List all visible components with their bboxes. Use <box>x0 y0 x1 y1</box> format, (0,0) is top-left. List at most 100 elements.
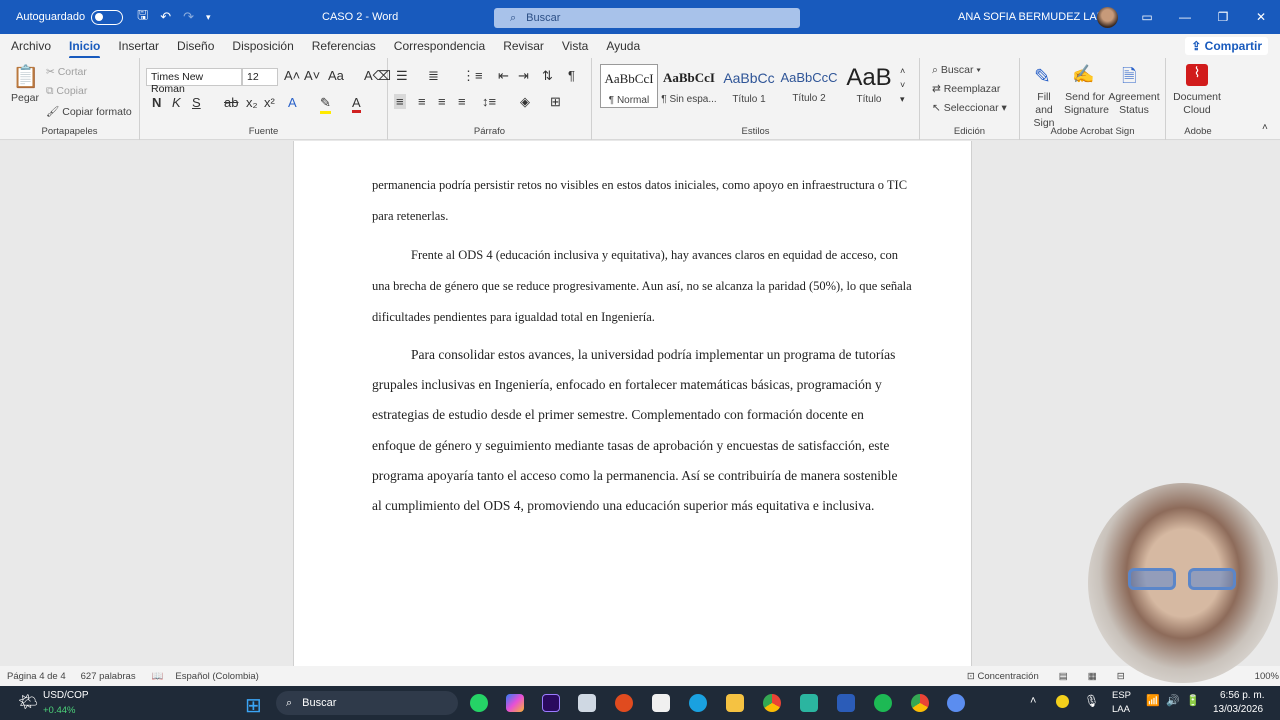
tab-diseno[interactable]: Diseño <box>177 39 214 53</box>
pilcrow-icon[interactable]: ¶ <box>568 68 575 83</box>
avatar[interactable] <box>1097 7 1118 28</box>
style-no-spacing[interactable]: AaBbCcI ¶ Sin espa... <box>660 64 718 108</box>
format-painter-button[interactable]: 🖌 Copiar formato <box>46 105 132 118</box>
read-mode-icon[interactable]: ▤ <box>1059 671 1068 682</box>
adobe-pdf-icon[interactable]: ⌇ <box>1186 64 1208 86</box>
word-taskbar-icon[interactable] <box>837 694 855 712</box>
wifi-icon[interactable]: 📶 <box>1146 694 1160 707</box>
style-heading-2[interactable]: AaBbCcC Título 2 <box>780 64 838 108</box>
print-layout-icon[interactable]: ▦ <box>1088 671 1097 682</box>
align-right-icon[interactable]: ≡ <box>438 94 446 109</box>
agreement-status-label[interactable]: Agreement Status <box>1108 91 1160 117</box>
style-title[interactable]: AaB Título <box>840 64 898 108</box>
cut-button[interactable]: ✂ Cortar <box>46 66 87 78</box>
numbering-icon[interactable]: ≣ <box>428 68 439 84</box>
whatsapp-icon[interactable] <box>470 694 488 712</box>
align-left-icon[interactable]: ≡ <box>394 94 406 109</box>
borders-icon[interactable]: ⊞ <box>550 94 561 110</box>
multilevel-list-icon[interactable]: ⋮≡ <box>462 68 483 84</box>
decrease-indent-icon[interactable]: ⇤ <box>498 68 509 84</box>
autosave[interactable]: Autoguardado <box>16 9 124 25</box>
store-icon[interactable] <box>652 694 670 712</box>
restore-icon[interactable]: ❐ <box>1204 10 1242 24</box>
web-layout-icon[interactable]: ⊟ <box>1117 671 1125 682</box>
word-count[interactable]: 627 palabras <box>81 671 136 682</box>
screen-recorder-icon[interactable] <box>947 694 965 712</box>
tab-disposicion[interactable]: Disposición <box>232 39 293 53</box>
line-spacing-icon[interactable]: ↕≡ <box>482 94 496 109</box>
tab-insertar[interactable]: Insertar <box>118 39 159 53</box>
start-icon[interactable]: ⊞ <box>245 693 262 718</box>
tray-expand-icon[interactable]: ˄ <box>1030 695 1036 707</box>
align-center-icon[interactable]: ≡ <box>418 94 426 109</box>
settings-app-icon[interactable] <box>578 694 596 712</box>
autosave-toggle[interactable] <box>91 9 124 25</box>
sort-icon[interactable]: ⇅ <box>542 68 553 84</box>
proofing-icon[interactable]: 📖 <box>152 671 164 682</box>
input-language-2[interactable]: LAA <box>1112 704 1130 715</box>
send-signature-label[interactable]: Send for Signature <box>1064 91 1109 117</box>
paste-label[interactable]: Pegar <box>11 92 39 104</box>
customize-qat-icon[interactable]: ▾ <box>206 12 211 23</box>
agreement-status-icon[interactable]: 🗎 <box>1122 64 1136 94</box>
undo-icon[interactable]: ↶ <box>160 9 171 25</box>
clear-format-icon[interactable]: A⌫ <box>364 68 391 84</box>
spotify-icon[interactable] <box>874 694 892 712</box>
clock-date[interactable]: 13/03/2026 <box>1213 704 1263 715</box>
ticker-name[interactable]: USD/COP <box>43 690 89 701</box>
replace-button[interactable]: ⇄ Reemplazar <box>932 83 1000 95</box>
fill-sign-label[interactable]: Fill and Sign <box>1028 91 1060 130</box>
font-size-select[interactable]: 12 <box>242 68 278 86</box>
copy-button[interactable]: ⧉ Copiar <box>46 85 87 98</box>
share-button[interactable]: ⇪ Compartir <box>1185 37 1268 55</box>
copilot-icon[interactable] <box>506 694 524 712</box>
shading-icon[interactable]: ◈ <box>520 94 530 110</box>
chrome-icon[interactable] <box>763 694 781 712</box>
premiere-icon[interactable] <box>542 694 560 712</box>
paragraph-3[interactable]: Para consolidar estos avances, la univer… <box>372 340 902 521</box>
page-count[interactable]: Página 4 de 4 <box>7 671 66 682</box>
redo-icon[interactable]: ↷ <box>183 9 194 25</box>
select-button[interactable]: ↖ Seleccionar ▾ <box>932 102 1007 114</box>
tab-revisar[interactable]: Revisar <box>503 39 544 53</box>
change-case-icon[interactable]: Aa <box>328 68 344 83</box>
microphone-icon[interactable]: 🎙 <box>1084 694 1099 708</box>
ribbon-display-icon[interactable]: ▭ <box>1128 10 1166 24</box>
italic-icon[interactable]: K <box>172 95 181 110</box>
find-button[interactable]: ⌕ Buscar ▾ <box>932 64 981 77</box>
fill-sign-icon[interactable]: ✎ <box>1034 64 1051 89</box>
collapse-ribbon-icon[interactable]: ˄ <box>1262 122 1268 133</box>
file-explorer-icon[interactable] <box>726 694 744 712</box>
paste-icon[interactable]: 📋 <box>12 64 39 90</box>
shrink-font-icon[interactable]: A˅ <box>304 68 320 83</box>
paragraph-1[interactable]: permanencia podría persistir retos no vi… <box>372 170 912 232</box>
tab-archivo[interactable]: Archivo <box>11 39 51 53</box>
underline-icon[interactable]: S <box>192 95 201 110</box>
edge-icon[interactable] <box>689 694 707 712</box>
send-signature-icon[interactable]: ✍ <box>1072 64 1094 85</box>
title-search-input[interactable]: ⌕ Buscar <box>494 8 800 28</box>
user-name[interactable]: ANA SOFIA BERMUDEZ LARA <box>958 11 1112 23</box>
close-icon[interactable]: ✕ <box>1242 10 1280 24</box>
ea-icon[interactable] <box>615 694 633 712</box>
text-effects-icon[interactable]: A <box>288 95 297 110</box>
tab-vista[interactable]: Vista <box>562 39 588 53</box>
justify-icon[interactable]: ≡ <box>458 94 466 109</box>
focus-mode-button[interactable]: ⊡ Concentración <box>967 671 1039 682</box>
document-cloud-label[interactable]: Document Cloud <box>1170 91 1224 117</box>
language[interactable]: Español (Colombia) <box>175 671 258 682</box>
app-icon[interactable] <box>800 694 818 712</box>
increase-indent-icon[interactable]: ⇥ <box>518 68 529 84</box>
taskbar-search-input[interactable]: ⌕ Buscar <box>276 691 458 715</box>
superscript-icon[interactable]: x² <box>264 95 275 110</box>
weather-widget-icon[interactable]: 🌤 <box>18 692 38 712</box>
bullets-icon[interactable]: ☰ <box>396 68 408 84</box>
clock-time[interactable]: 6:56 p. m. <box>1220 690 1264 701</box>
document-page[interactable]: permanencia podría persistir retos no vi… <box>293 141 972 666</box>
subscript-icon[interactable]: x₂ <box>246 95 258 110</box>
paragraph-2[interactable]: Frente al ODS 4 (educación inclusiva y e… <box>372 240 912 333</box>
strikethrough-icon[interactable]: ab <box>224 95 238 110</box>
tray-app-icon[interactable] <box>1056 695 1069 708</box>
font-color-icon[interactable]: A <box>352 95 361 113</box>
highlight-icon[interactable]: ✎ <box>320 95 331 114</box>
